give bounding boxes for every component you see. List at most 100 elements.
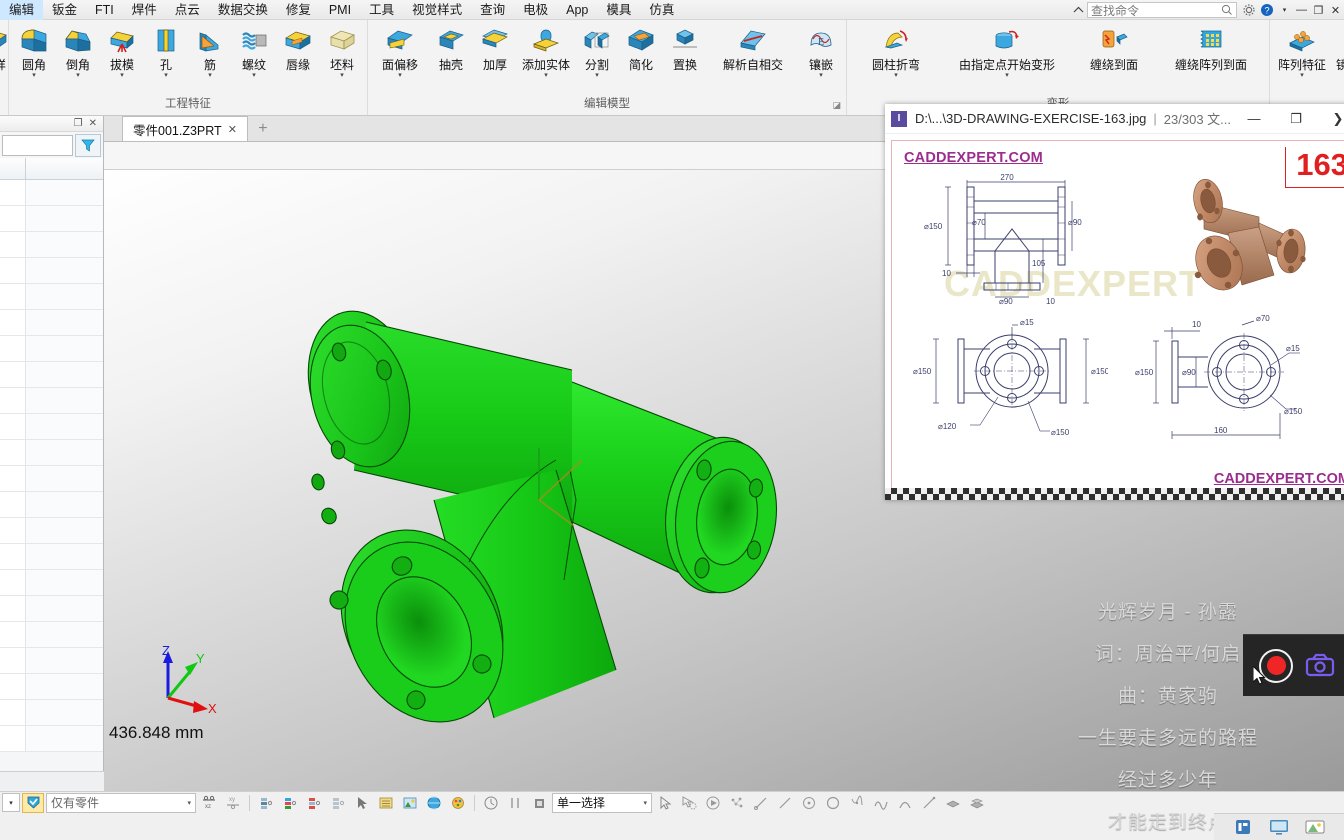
filter-input[interactable] <box>2 134 73 156</box>
edge-icon[interactable] <box>918 793 940 813</box>
tree-row[interactable] <box>0 622 103 648</box>
menu-item-electrode[interactable]: 电极 <box>514 0 557 20</box>
layer4-icon[interactable] <box>327 793 349 813</box>
ribbon-button-hole[interactable]: 孔 ▾ <box>144 20 188 81</box>
document-tab-part001[interactable]: 零件001.Z3PRT ✕ <box>122 116 248 141</box>
tree-row[interactable] <box>0 518 103 544</box>
menu-item-simulation[interactable]: 仿真 <box>640 0 683 20</box>
tree-row[interactable] <box>0 466 103 492</box>
menu-item-app[interactable]: App <box>557 0 597 20</box>
tree-row[interactable] <box>0 258 103 284</box>
chevron-down-icon[interactable]: ▾ <box>120 72 124 81</box>
tree-row[interactable] <box>0 206 103 232</box>
curve-icon[interactable] <box>870 793 892 813</box>
globe-icon[interactable] <box>423 793 445 813</box>
tree-row[interactable] <box>0 596 103 622</box>
minimize-button[interactable]: — <box>1233 105 1275 133</box>
menu-item-mold[interactable]: 模具 <box>597 0 640 20</box>
funnel-icon[interactable] <box>75 133 101 157</box>
camera-icon[interactable] <box>1305 653 1339 679</box>
maximize-button[interactable]: ❐ <box>1275 105 1317 133</box>
chevron-down-icon[interactable]: ▾ <box>164 72 168 81</box>
bracket-icon[interactable] <box>504 793 526 813</box>
surface-icon[interactable] <box>966 793 988 813</box>
menu-item-repair[interactable]: 修复 <box>277 0 320 20</box>
ribbon-button-pattern[interactable]: …样 ▾ <box>0 20 7 81</box>
menu-item-pmi[interactable]: PMI <box>320 0 360 20</box>
new-tab-button[interactable]: + <box>248 117 278 141</box>
menu-item-fti[interactable]: FTI <box>86 0 123 20</box>
align-bottom-icon[interactable]: xy <box>222 793 244 813</box>
ribbon-button-divide[interactable]: 分割 ▾ <box>575 20 619 81</box>
help-icon[interactable]: ? <box>1258 1 1276 19</box>
ray-icon[interactable] <box>774 793 796 813</box>
selection-mode-combo[interactable]: 单一选择 ▾ <box>552 792 652 813</box>
dialog-launcher-icon[interactable]: ◪ <box>832 97 841 113</box>
chevron-down-icon[interactable]: ▾ <box>252 72 256 81</box>
ribbon-button-stock[interactable]: 坯料 ▾ <box>320 20 364 81</box>
align-top-icon[interactable]: xz <box>198 793 220 813</box>
image-viewer-title-bar[interactable]: I D:\...\3D-DRAWING-EXERCISE-163.jpg | 2… <box>885 104 1344 134</box>
image-viewer-window[interactable]: I D:\...\3D-DRAWING-EXERCISE-163.jpg | 2… <box>885 104 1344 500</box>
tree-row[interactable] <box>0 336 103 362</box>
ribbon-button-draft[interactable]: 拔模 ▾ <box>100 20 144 81</box>
tree-row[interactable] <box>0 180 103 206</box>
menu-item-tools[interactable]: 工具 <box>360 0 403 20</box>
pick-icon[interactable] <box>351 793 373 813</box>
ribbon-button-chamfer[interactable]: 倒角 ▾ <box>56 20 100 81</box>
ribbon-button-thread[interactable]: 螺纹 ▾ <box>232 20 276 81</box>
ribbon-button-shell[interactable]: 抽壳 ▾ <box>429 20 473 81</box>
search-input[interactable]: 查找命令 <box>1087 2 1237 18</box>
home-icon[interactable] <box>1069 1 1087 19</box>
menu-item-weldment[interactable]: 焊件 <box>123 0 166 20</box>
tree-row[interactable] <box>0 414 103 440</box>
ribbon-button-simplify[interactable]: 简化 ▾ <box>619 20 663 81</box>
restore-button[interactable]: ❐ <box>1310 1 1327 19</box>
tree-row[interactable] <box>0 570 103 596</box>
ribbon-button-wrap-to-face[interactable]: 缠绕到面 ▾ <box>1072 20 1156 81</box>
image-icon[interactable] <box>399 793 421 813</box>
chevron-down-icon[interactable]: ▾ <box>544 72 548 81</box>
ribbon-button-replace[interactable]: 置换 ▾ <box>663 20 707 81</box>
chevron-down-icon[interactable]: ▾ <box>208 72 212 81</box>
tangent-icon[interactable] <box>846 793 868 813</box>
tree-row[interactable] <box>0 310 103 336</box>
chevron-down-icon[interactable]: ▾ <box>1005 72 1009 81</box>
points-icon[interactable] <box>726 793 748 813</box>
tree-row[interactable] <box>0 726 103 752</box>
display-icon[interactable] <box>1268 817 1290 837</box>
tree-row[interactable] <box>0 232 103 258</box>
play-icon[interactable] <box>702 793 724 813</box>
minimize-button[interactable]: — <box>1293 1 1310 19</box>
ribbon-button-resolve-selfintersect[interactable]: 解析自相交 ▾ <box>707 20 799 81</box>
face-icon[interactable] <box>942 793 964 813</box>
layer3-icon[interactable] <box>303 793 325 813</box>
ribbon-button-face-offset[interactable]: 面偏移 ▾ <box>371 20 429 81</box>
window-icon[interactable] <box>1232 817 1254 837</box>
visibility-icon[interactable] <box>22 792 44 813</box>
photo-icon[interactable] <box>1304 817 1326 837</box>
ribbon-button-mirror-feature[interactable]: 镜像特征 ▾ <box>1331 20 1344 81</box>
menu-item-edit[interactable]: 编辑 <box>0 0 44 20</box>
menu-item-inquire[interactable]: 查询 <box>471 0 514 20</box>
tree-row[interactable] <box>0 674 103 700</box>
layer2-icon[interactable] <box>279 793 301 813</box>
tree-row[interactable] <box>0 700 103 726</box>
help-caret-icon[interactable]: ▾ <box>1276 1 1293 19</box>
restore-icon[interactable]: ❐ <box>74 118 83 129</box>
close-button[interactable]: ✕ <box>1327 1 1344 19</box>
screen-recorder-widget[interactable] <box>1243 634 1344 696</box>
tree-row[interactable] <box>0 648 103 674</box>
tree-row[interactable] <box>0 440 103 466</box>
chevron-down-icon[interactable]: ▾ <box>819 72 823 81</box>
gear-icon[interactable] <box>1240 1 1258 19</box>
chevron-down-icon[interactable]: ▾ <box>187 799 191 807</box>
circle-icon[interactable] <box>822 793 844 813</box>
ribbon-button-deform-from-point[interactable]: 由指定点开始变形 ▾ <box>942 20 1072 81</box>
chevron-down-icon[interactable]: ▾ <box>1300 72 1304 81</box>
arrow-icon[interactable] <box>654 793 676 813</box>
menu-item-visual-style[interactable]: 视觉样式 <box>403 0 471 20</box>
close-icon[interactable]: ✕ <box>89 118 97 129</box>
ribbon-button-rib[interactable]: 筋 ▾ <box>188 20 232 81</box>
ribbon-button-fillet[interactable]: 圆角 ▾ <box>12 20 56 81</box>
